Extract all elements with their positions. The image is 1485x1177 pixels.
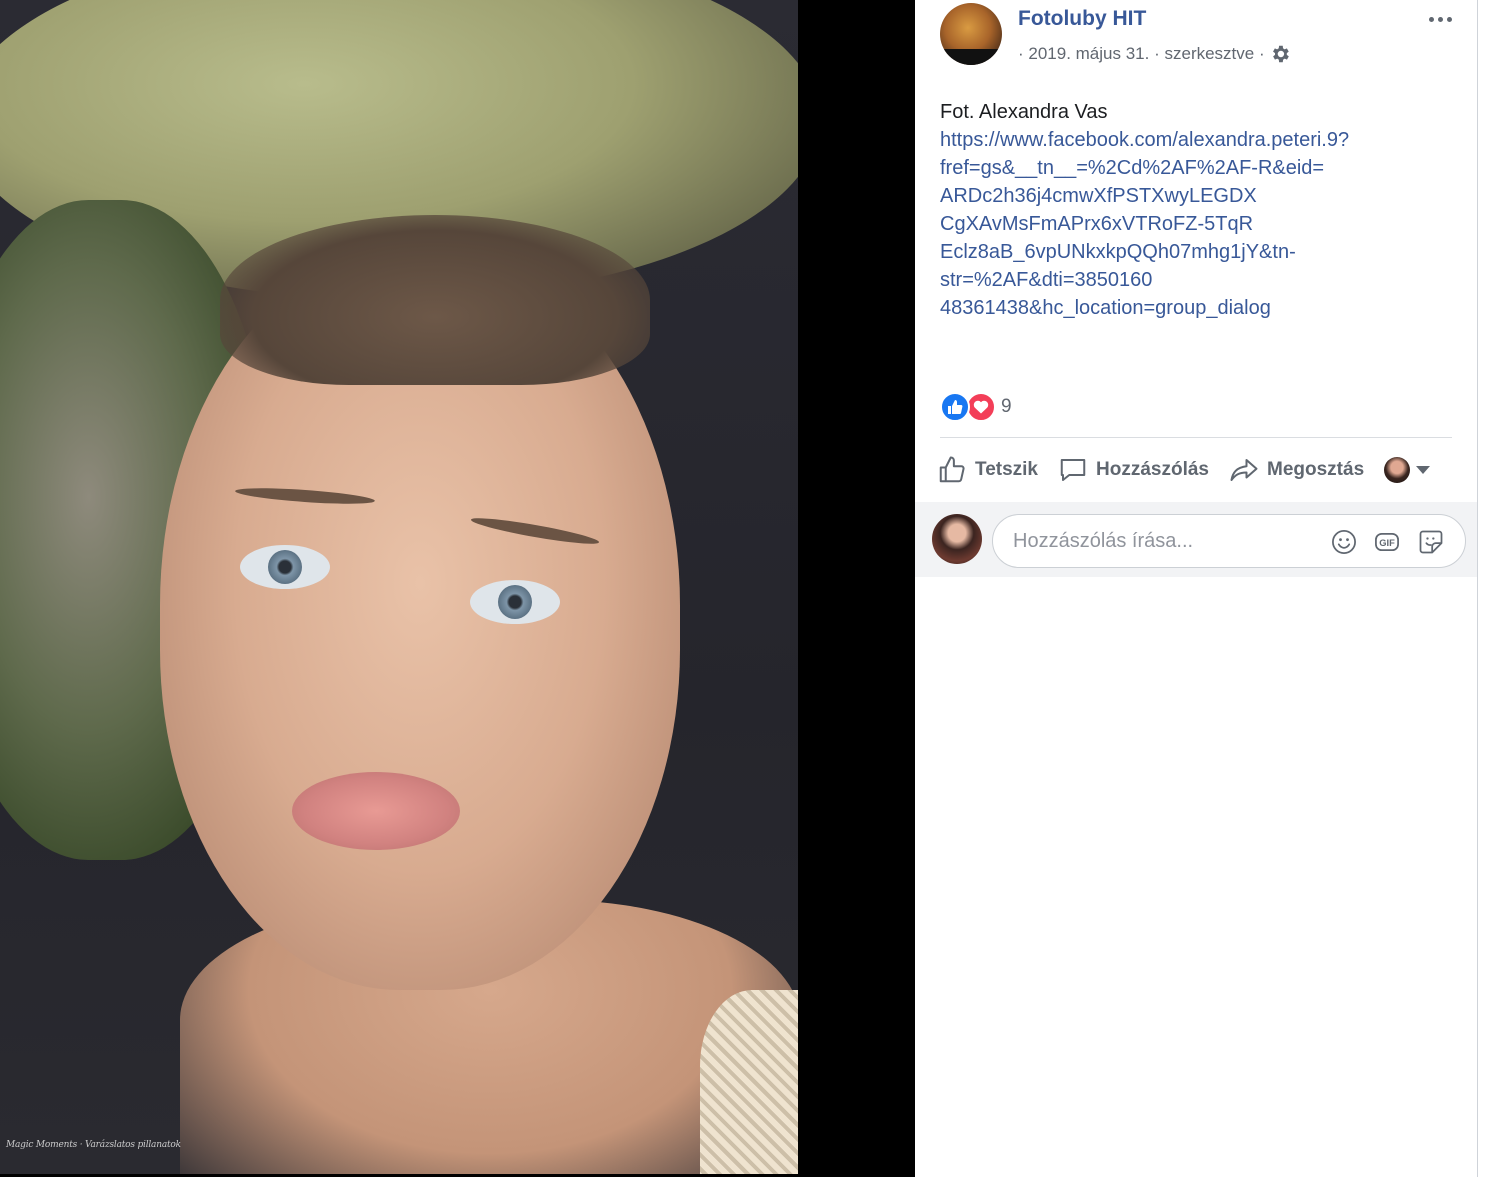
reaction-count: 9: [1001, 396, 1012, 417]
share-icon: [1230, 459, 1258, 481]
user-mini-avatar: [1384, 457, 1411, 483]
comment-composer: Hozzászólás írása... GIF: [915, 502, 1477, 577]
like-button[interactable]: Tetszik: [937, 455, 1038, 485]
right-eye: [470, 580, 560, 624]
comment-label: Hozzászólás: [1096, 459, 1209, 480]
post-body: Fot. Alexandra Vas https://www.facebook.…: [940, 98, 1440, 322]
post-actions: Tetszik Hozzászólás Megosztás: [937, 450, 1457, 490]
post-panel: Fotoluby HIT · 2019. május 31. · szerkes…: [915, 0, 1478, 1177]
page-avatar[interactable]: [940, 3, 1002, 65]
lips: [292, 772, 460, 850]
photo-watermark: Magic Moments · Varázslatos pillanatok: [6, 1140, 181, 1150]
post-date[interactable]: · 2019. május 31. ·: [1018, 44, 1160, 63]
more-dot-icon: [1446, 16, 1452, 22]
comment-placeholder: Hozzászólás írása...: [1013, 530, 1194, 552]
more-options-button[interactable]: [1424, 6, 1456, 32]
like-label: Tetszik: [975, 459, 1039, 480]
reactions-summary[interactable]: 9: [940, 391, 1012, 423]
post-text: Fot. Alexandra Vas: [940, 101, 1108, 123]
gif-label: GIF: [1379, 538, 1395, 548]
edited-label[interactable]: szerkesztve ·: [1164, 44, 1264, 63]
sticker-icon[interactable]: [1417, 528, 1445, 556]
user-avatar[interactable]: [932, 514, 982, 564]
comment-icon: [1060, 459, 1086, 481]
comment-button[interactable]: Hozzászólás: [1058, 455, 1209, 485]
hair: [220, 215, 650, 385]
share-button[interactable]: Megosztás: [1229, 455, 1364, 485]
more-dot-icon: [1428, 16, 1434, 22]
gif-icon[interactable]: GIF: [1373, 528, 1401, 556]
like-icon: [940, 392, 970, 422]
actor-selector[interactable]: [1384, 457, 1431, 483]
photo-viewer: Magic Moments · Varázslatos pillanatok: [0, 0, 915, 1177]
post-header: Fotoluby HIT · 2019. május 31. · szerkes…: [940, 0, 1453, 80]
post-meta: · 2019. május 31. · szerkesztve ·: [1018, 43, 1291, 65]
page-name-link[interactable]: Fotoluby HIT: [1018, 7, 1146, 31]
comment-input[interactable]: Hozzászólás írása... GIF: [992, 514, 1466, 568]
more-dot-icon: [1437, 16, 1443, 22]
love-icon: [966, 392, 996, 422]
share-label: Megosztás: [1267, 459, 1365, 480]
left-eye: [240, 545, 330, 589]
divider: [940, 437, 1452, 438]
thumbs-up-icon: [939, 456, 965, 483]
post-link[interactable]: https://www.facebook.com/alexandra.peter…: [940, 126, 1440, 322]
lace-collar: [700, 990, 798, 1174]
post-photo[interactable]: Magic Moments · Varázslatos pillanatok: [0, 0, 798, 1174]
gear-icon[interactable]: [1269, 43, 1291, 65]
chevron-down-icon: [1416, 466, 1431, 474]
emoji-icon[interactable]: [1330, 528, 1358, 556]
